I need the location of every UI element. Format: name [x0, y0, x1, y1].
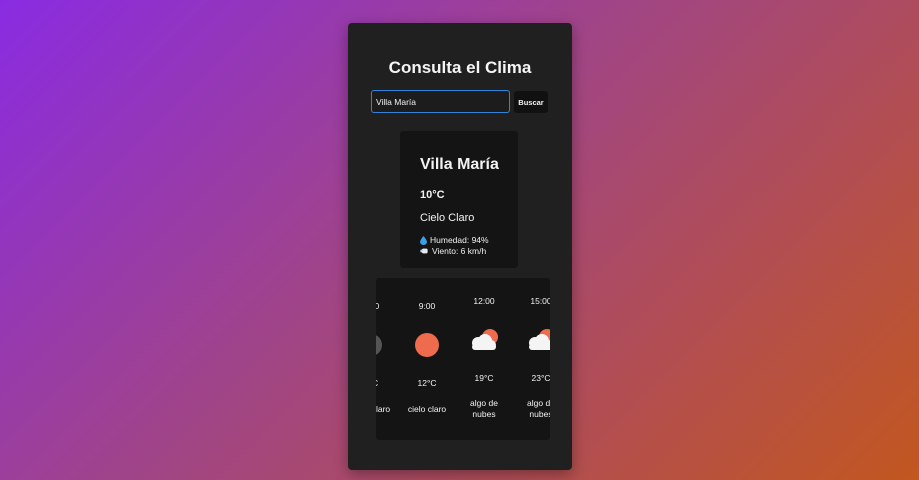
- humidity-row: Humedad: 94%: [420, 235, 489, 245]
- current-weather-panel: Villa María 10°C Cielo Claro Humedad: 94…: [400, 131, 518, 268]
- forecast-description: algo de nubes: [470, 398, 498, 419]
- forecast-temp: 23°C: [531, 373, 551, 383]
- sun-icon: [415, 333, 439, 357]
- wind-icon: [420, 248, 428, 254]
- sun-cloud-icon: [472, 329, 498, 350]
- current-description: Cielo Claro: [420, 212, 475, 224]
- forecast-item: 12:00 19°C algo de nubes: [455, 278, 513, 440]
- page-title: Consulta el Clima: [388, 58, 532, 77]
- city-search-input[interactable]: [371, 90, 510, 113]
- city-name: Villa María: [420, 156, 499, 173]
- moon-icon: [376, 335, 382, 355]
- forecast-temp: 8°C: [376, 378, 400, 388]
- wind-text: Viento: 6 km/h: [432, 246, 487, 256]
- forecast-time: 9:00: [418, 301, 436, 311]
- forecast-time: 12:00: [473, 296, 495, 306]
- droplet-icon: [420, 235, 427, 245]
- wind-row: Viento: 6 km/h: [420, 246, 486, 256]
- search-button[interactable]: Buscar: [514, 91, 548, 113]
- sun-cloud-icon: [529, 329, 550, 350]
- forecast-time: 15:00: [530, 296, 550, 306]
- forecast-item: 15:00 23°C algo de nubes: [512, 278, 550, 440]
- forecast-description: cielo claro: [376, 404, 391, 414]
- forecast-time: 6:00: [376, 301, 380, 311]
- forecast-item: 6:00 8°C cielo claro: [376, 278, 400, 440]
- hourly-forecast-scroller[interactable]: 6:00 8°C cielo claro 9:00 12°C cielo cla…: [376, 278, 550, 440]
- current-temperature: 10°C: [420, 189, 445, 201]
- humidity-text: Humedad: 94%: [430, 235, 489, 245]
- weather-card: Consulta el Clima Buscar Villa María 10°…: [348, 23, 572, 470]
- forecast-temp: 12°C: [417, 378, 437, 388]
- forecast-item: 9:00 12°C cielo claro: [398, 278, 456, 440]
- forecast-description: cielo claro: [407, 404, 447, 414]
- forecast-description: algo de nubes: [527, 398, 550, 419]
- forecast-temp: 19°C: [474, 373, 494, 383]
